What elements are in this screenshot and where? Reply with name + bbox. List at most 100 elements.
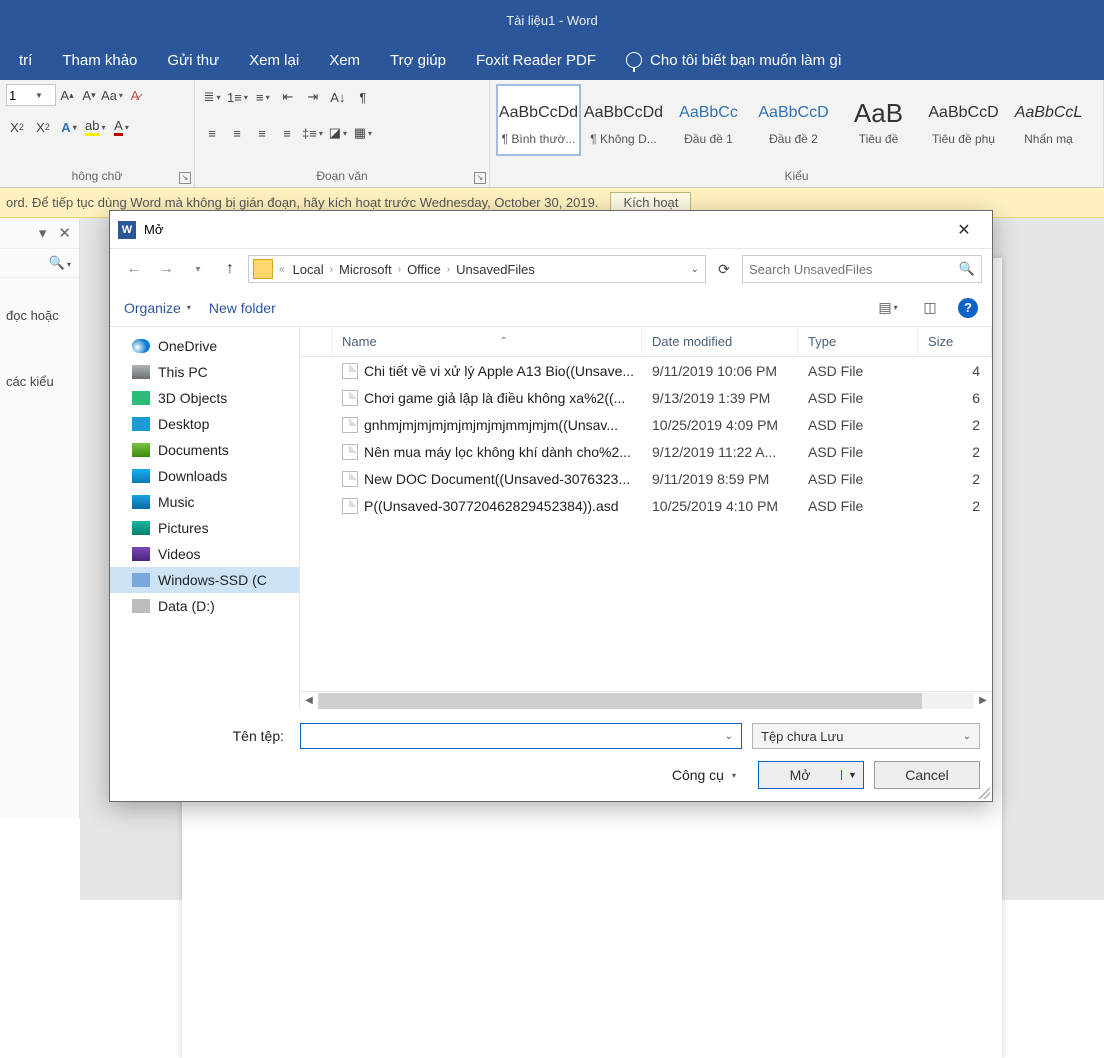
scroll-left-button[interactable]: ◀: [300, 693, 318, 709]
file-list-header[interactable]: Name⌃ Date modified Type Size: [300, 327, 992, 357]
file-list[interactable]: Chi tiết về vi xử lý Apple A13 Bio((Unsa…: [300, 357, 992, 691]
horizontal-scrollbar[interactable]: ◀ ▶: [300, 691, 992, 709]
tree-item[interactable]: Videos: [110, 541, 299, 567]
text-effects-button[interactable]: A▾: [58, 116, 80, 138]
breadcrumb[interactable]: Microsoft: [335, 262, 396, 277]
superscript-button[interactable]: X2: [32, 116, 54, 138]
tell-me-search[interactable]: Cho tôi biết bạn muốn làm gì: [611, 40, 857, 80]
align-right-button[interactable]: ≡: [251, 122, 273, 144]
breadcrumb[interactable]: Office: [403, 262, 445, 277]
file-row[interactable]: P((Unsaved-307720462829452384)).asd10/25…: [300, 492, 992, 519]
style-card[interactable]: AaBbCcLNhấn mạ: [1006, 84, 1091, 156]
tree-item[interactable]: Desktop: [110, 411, 299, 437]
tree-item[interactable]: This PC: [110, 359, 299, 385]
organize-menu[interactable]: Organize▾: [124, 300, 191, 316]
font-size-combo[interactable]: ▼: [6, 84, 56, 106]
search-box[interactable]: 🔍: [742, 255, 982, 283]
open-button[interactable]: Mở ▼: [758, 761, 864, 789]
change-case-button[interactable]: Aa▾: [100, 84, 124, 106]
address-bar[interactable]: « Local › Microsoft › Office › UnsavedFi…: [248, 255, 706, 283]
col-size[interactable]: Size: [918, 327, 992, 356]
numbering-button[interactable]: 1≡▾: [226, 86, 249, 108]
preview-pane-button[interactable]: ◫: [916, 297, 944, 319]
sort-button[interactable]: A↓: [327, 86, 349, 108]
file-row[interactable]: gnhmjmjmjmjmjmjmjmjmmjmjm((Unsav...10/25…: [300, 411, 992, 438]
scroll-right-button[interactable]: ▶: [974, 693, 992, 709]
shading-button[interactable]: ◪▾: [327, 122, 349, 144]
line-spacing-button[interactable]: ‡≡▾: [301, 122, 324, 144]
ribbon-tab[interactable]: Trợ giúp: [375, 40, 461, 80]
font-color-button[interactable]: A▾: [110, 116, 132, 138]
folder-tree[interactable]: OneDriveThis PC3D ObjectsDesktopDocument…: [110, 327, 300, 709]
view-options-button[interactable]: ▤ ▾: [874, 297, 902, 319]
pane-close-icon[interactable]: ✕: [58, 224, 71, 242]
nav-up-button[interactable]: ↑: [216, 255, 244, 283]
tree-item[interactable]: OneDrive: [110, 333, 299, 359]
help-button[interactable]: ?: [958, 298, 978, 318]
clear-formatting-button[interactable]: A̷: [124, 84, 146, 106]
file-row[interactable]: Chi tiết về vi xử lý Apple A13 Bio((Unsa…: [300, 357, 992, 384]
style-card[interactable]: AaBbCcDd¶ Bình thườ...: [496, 84, 581, 156]
styles-gallery[interactable]: AaBbCcDd¶ Bình thườ...AaBbCcDd¶ Không D.…: [496, 84, 1091, 156]
style-card[interactable]: AaBbCcĐầu đề 1: [666, 84, 751, 156]
ribbon-tab[interactable]: trí: [4, 40, 47, 80]
ribbon-tab[interactable]: Xem: [314, 40, 375, 80]
tree-item[interactable]: 3D Objects: [110, 385, 299, 411]
file-row[interactable]: Nên mua máy lọc không khí dành cho%2...9…: [300, 438, 992, 465]
align-left-button[interactable]: ≡: [201, 122, 223, 144]
decrease-indent-button[interactable]: ⇤: [277, 86, 299, 108]
filename-dropdown-icon[interactable]: ⌄: [721, 731, 737, 742]
tree-item[interactable]: Data (D:): [110, 593, 299, 619]
address-dropdown-icon[interactable]: ⌄: [685, 264, 705, 275]
ribbon-tab[interactable]: Tham khảo: [47, 40, 152, 80]
tree-item[interactable]: Music: [110, 489, 299, 515]
scroll-thumb[interactable]: [318, 693, 922, 709]
shrink-font-button[interactable]: A▾: [78, 84, 100, 106]
multilevel-list-button[interactable]: ≡▾: [252, 86, 274, 108]
show-marks-button[interactable]: ¶: [352, 86, 374, 108]
ribbon-tab[interactable]: Xem lại: [234, 40, 314, 80]
new-folder-button[interactable]: New folder: [209, 300, 276, 316]
filename-input[interactable]: [305, 729, 721, 744]
align-center-button[interactable]: ≡: [226, 122, 248, 144]
nav-back-button[interactable]: ←: [120, 255, 148, 283]
breadcrumb[interactable]: UnsavedFiles: [452, 262, 539, 277]
col-name[interactable]: Name: [342, 334, 377, 349]
tree-item[interactable]: Downloads: [110, 463, 299, 489]
grow-font-button[interactable]: A▴: [56, 84, 78, 106]
search-icon[interactable]: 🔍▾: [49, 255, 71, 271]
dialog-close-button[interactable]: ✕: [944, 215, 984, 245]
style-card[interactable]: AaBbCcDTiêu đề phụ: [921, 84, 1006, 156]
dialog-launcher-icon[interactable]: ↘: [474, 172, 486, 184]
open-split-dropdown[interactable]: ▼: [841, 770, 863, 780]
dialog-launcher-icon[interactable]: ↘: [179, 172, 191, 184]
pane-dropdown-icon[interactable]: ▾: [39, 224, 47, 242]
justify-button[interactable]: ≡: [276, 122, 298, 144]
file-type-filter[interactable]: Tệp chưa Lưu⌄: [752, 723, 980, 749]
filename-combo[interactable]: ⌄: [300, 723, 742, 749]
tree-item[interactable]: Pictures: [110, 515, 299, 541]
tree-item[interactable]: Documents: [110, 437, 299, 463]
refresh-button[interactable]: ⟳: [710, 255, 738, 283]
breadcrumb[interactable]: Local: [289, 262, 328, 277]
bullets-button[interactable]: ≣▾: [201, 86, 223, 108]
tools-menu[interactable]: Công cụ▾: [672, 767, 736, 783]
style-card[interactable]: AaBbCcDĐầu đề 2: [751, 84, 836, 156]
nav-forward-button[interactable]: →: [152, 255, 180, 283]
file-row[interactable]: New DOC Document((Unsaved-3076323...9/11…: [300, 465, 992, 492]
col-date[interactable]: Date modified: [642, 327, 798, 356]
nav-recent-dropdown[interactable]: ▾: [184, 255, 212, 283]
borders-button[interactable]: ▦▾: [352, 122, 374, 144]
tree-item[interactable]: Windows-SSD (C: [110, 567, 299, 593]
subscript-button[interactable]: X2: [6, 116, 28, 138]
resize-grip[interactable]: [978, 787, 990, 799]
file-row[interactable]: Chơi game giả lập là điều không xa%2((..…: [300, 384, 992, 411]
increase-indent-button[interactable]: ⇥: [302, 86, 324, 108]
ribbon-tab[interactable]: Gửi thư: [152, 40, 234, 80]
style-card[interactable]: AaBTiêu đề: [836, 84, 921, 156]
style-card[interactable]: AaBbCcDd¶ Không D...: [581, 84, 666, 156]
col-type[interactable]: Type: [798, 327, 918, 356]
highlight-color-button[interactable]: ab▾: [84, 116, 106, 138]
search-input[interactable]: [749, 262, 959, 277]
ribbon-tab[interactable]: Foxit Reader PDF: [461, 40, 611, 80]
